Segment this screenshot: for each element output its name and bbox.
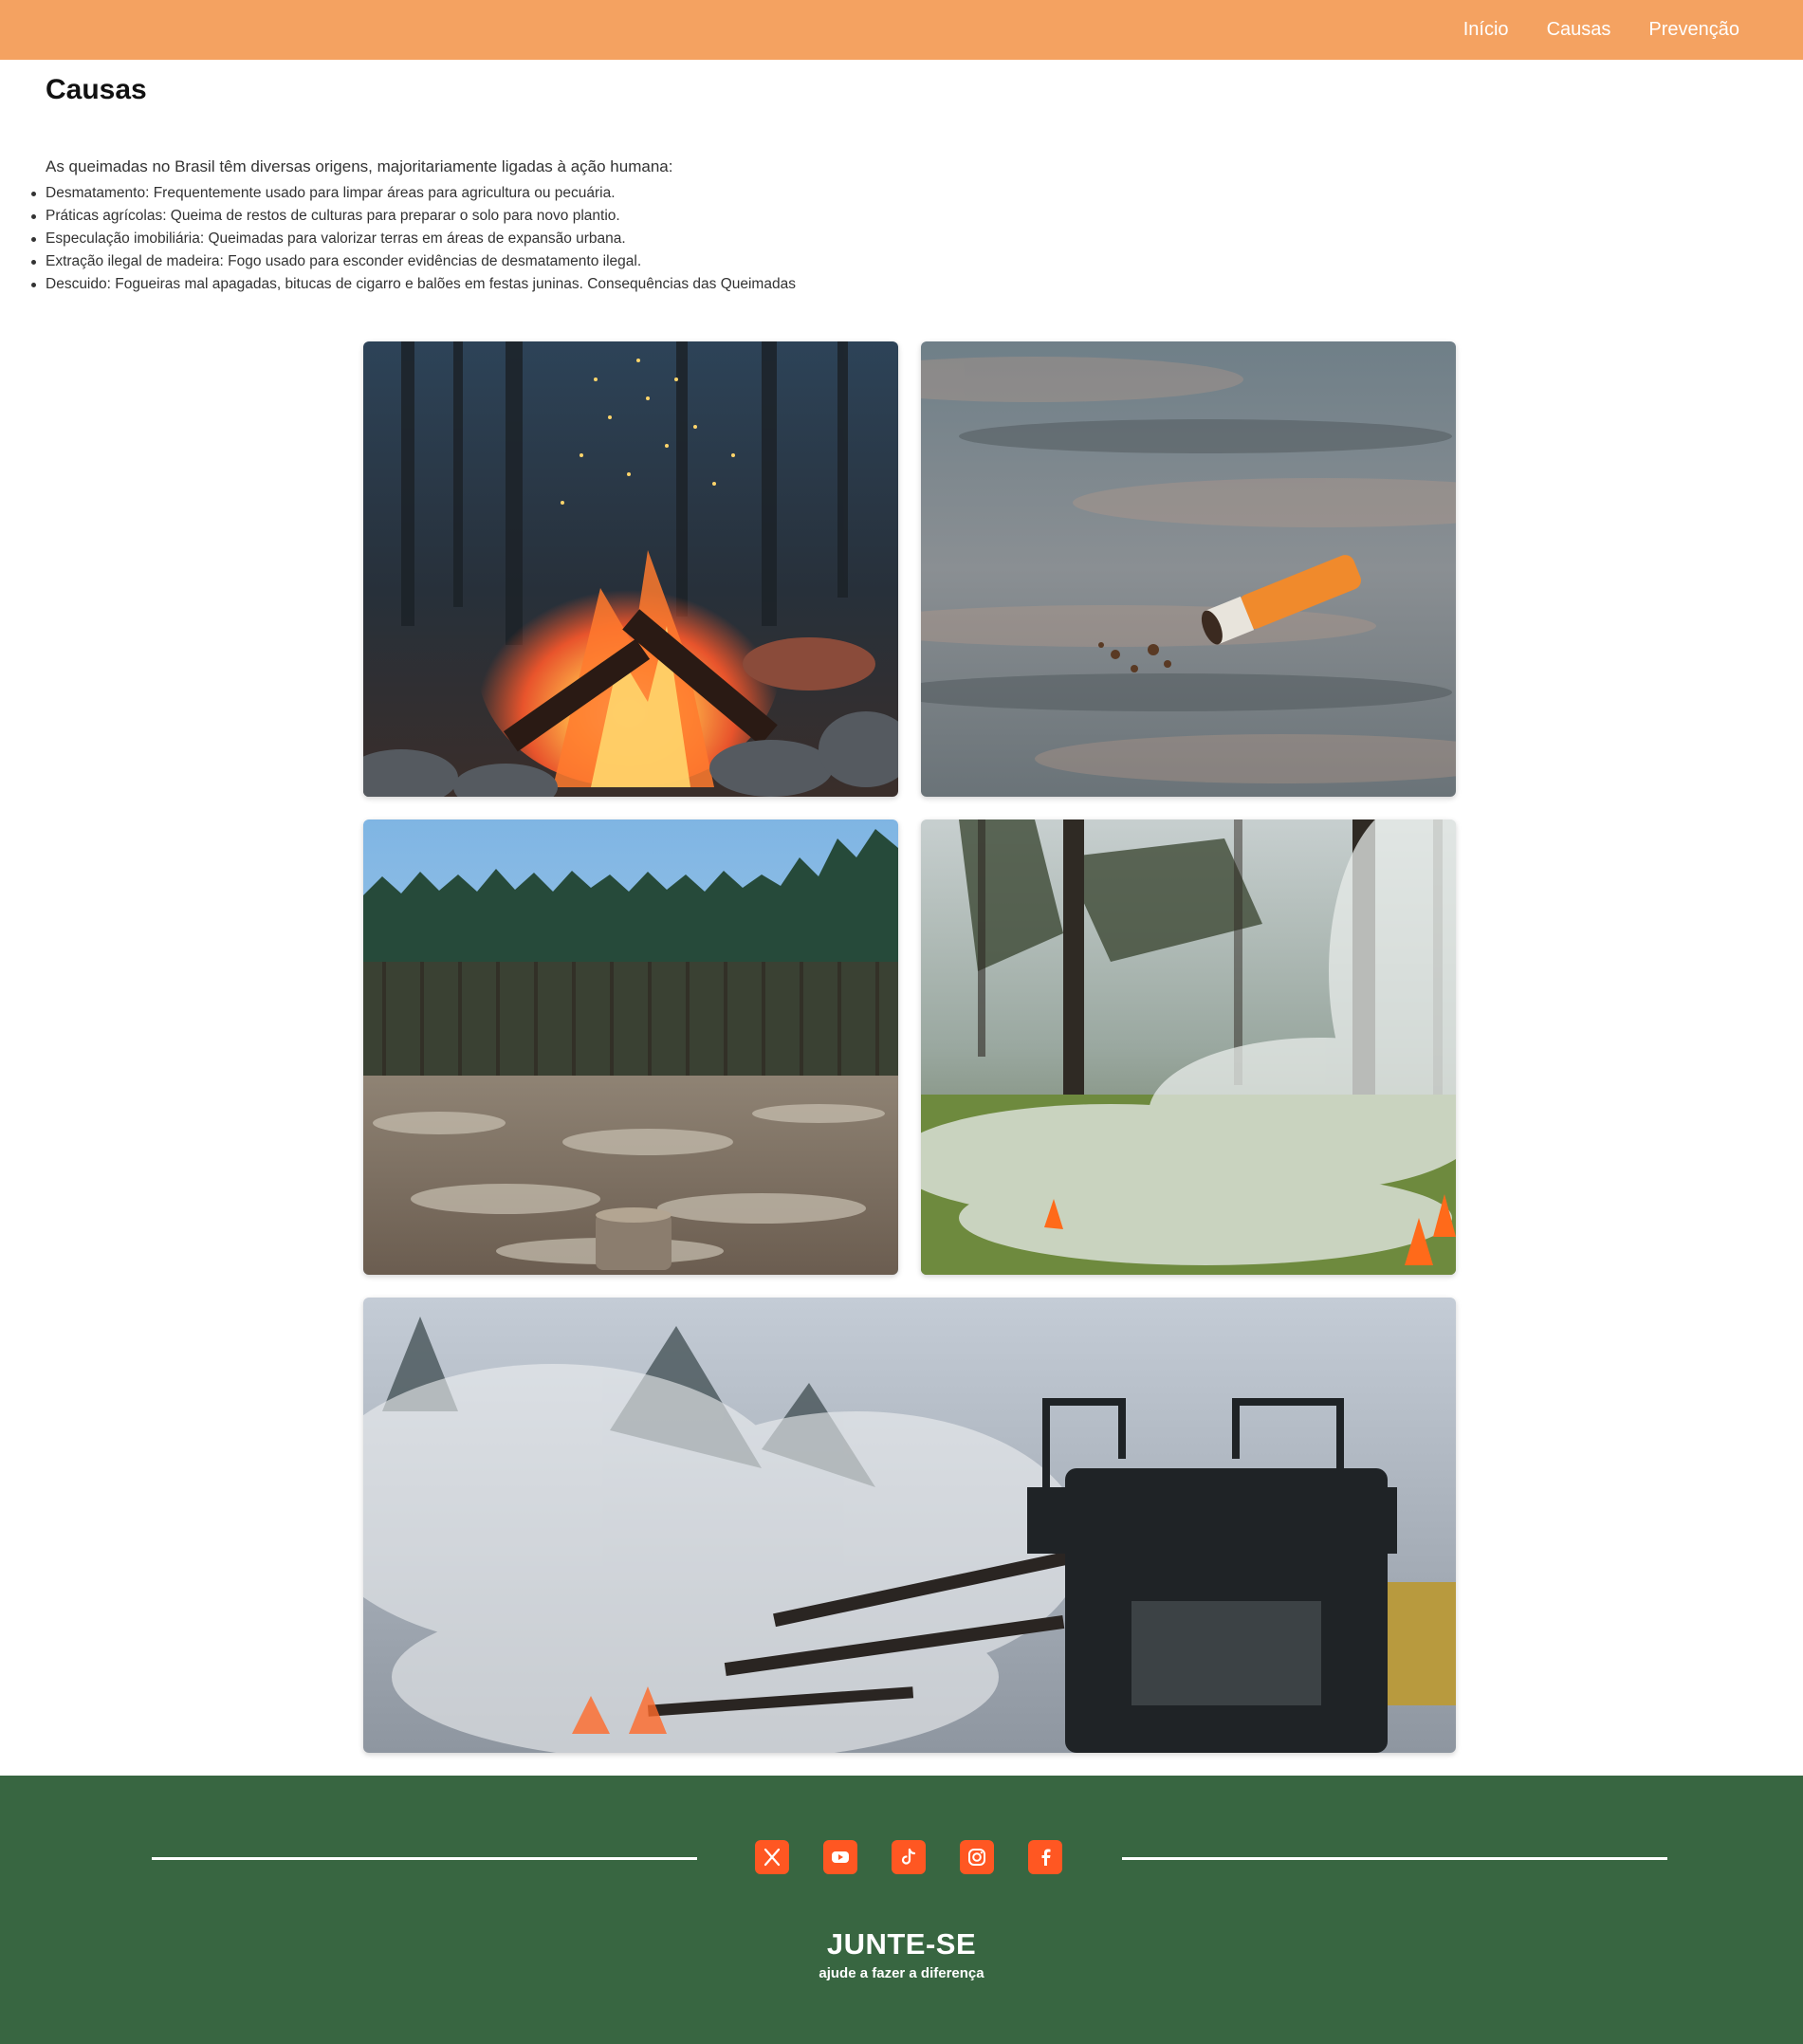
nav-link-prevencao[interactable]: Prevenção [1648,19,1739,41]
forest-fire-smoke-photo [921,819,1456,1275]
cause-item-descuido: Descuido: Fogueiras mal apagadas, bituca… [31,273,796,296]
footer-divider-left [152,1857,697,1860]
x-twitter-icon[interactable] [755,1840,789,1874]
facebook-icon[interactable] [1028,1840,1062,1874]
footer: JUNTE-SE ajude a fazer a diferença [0,1776,1803,2044]
tiktok-icon[interactable] [892,1840,926,1874]
cause-item-desmatamento: Desmatamento: Frequentemente usado para … [31,182,796,205]
deforestation-photo [363,819,898,1275]
footer-divider-right [1122,1857,1667,1860]
footer-title: JUNTE-SE [826,1927,977,1961]
causes-list: Desmatamento: Frequentemente usado para … [31,182,796,296]
footer-subtitle: ajude a fazer a diferença [819,1965,984,1981]
nav-link-inicio[interactable]: Início [1463,19,1509,41]
campfire-photo [363,341,898,797]
intro-paragraph: As queimadas no Brasil têm diversas orig… [46,157,673,175]
cause-item-especulacao: Especulação imobiliária: Queimadas para … [31,228,796,250]
cause-item-praticas-agricolas: Práticas agrícolas: Queima de restos de … [31,205,796,228]
page-title: Causas [46,74,147,105]
main-nav: Início Causas Prevenção [1463,0,1739,60]
burnt-truck-photo [363,1298,1456,1753]
social-links [755,1840,1062,1874]
nav-link-causas[interactable]: Causas [1547,19,1611,41]
youtube-icon[interactable] [823,1840,857,1874]
cigarette-butt-photo [921,341,1456,797]
top-navbar: Início Causas Prevenção [0,0,1803,60]
instagram-icon[interactable] [960,1840,994,1874]
cause-item-extracao-madeira: Extração ilegal de madeira: Fogo usado p… [31,250,796,273]
